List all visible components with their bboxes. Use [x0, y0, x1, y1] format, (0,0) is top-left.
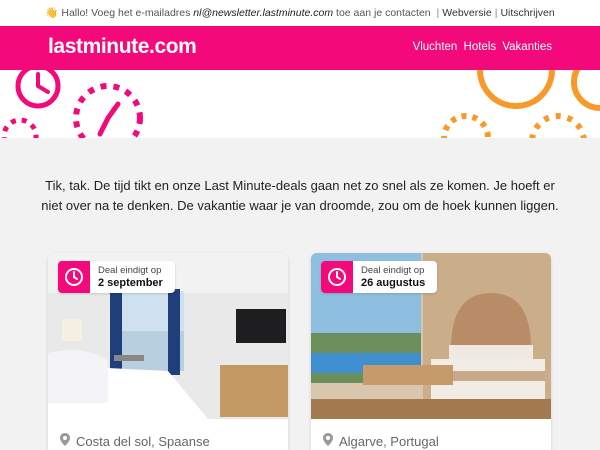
header-bar: lastminute.com Vluchten Hotels Vakanties: [0, 26, 600, 70]
location-name: Costa del sol, Spaanse: [76, 433, 210, 449]
preheader-hello: Hallo! Voeg het e-mailadres: [61, 7, 191, 19]
timer-icon: [321, 261, 353, 293]
location: Costa del sol, Spaanse: [60, 433, 210, 449]
deal-end-badge: Deal eindigt op 2 september: [58, 261, 175, 293]
deal-end-date: 2 september: [98, 277, 163, 289]
clock-illustration: [1, 70, 600, 138]
nav-hotels[interactable]: Hotels: [464, 41, 497, 53]
nav-flights[interactable]: Vluchten: [413, 41, 458, 53]
location-name: Algarve, Portugal: [339, 433, 439, 449]
brand-logo[interactable]: lastminute.com: [48, 35, 197, 59]
separator: |: [494, 7, 498, 19]
unsubscribe-link[interactable]: Uitschrijven: [500, 7, 554, 19]
deal-end-badge: Deal eindigt op 26 augustus: [321, 261, 438, 293]
preheader-email: nl@newsletter.lastminute.com: [193, 7, 334, 19]
main-nav: Vluchten Hotels Vakanties: [410, 41, 552, 53]
preheader-bar: 👋 Hallo! Voeg het e-mailadres nl@newslett…: [0, 0, 600, 26]
deal-card[interactable]: Deal eindigt op 26 augustus Algarve, Por…: [311, 253, 551, 450]
location-pin-icon: [60, 433, 70, 449]
separator: |: [436, 7, 440, 19]
location-pin-icon: [323, 433, 333, 449]
location: Algarve, Portugal: [323, 433, 439, 449]
intro-text: Tik, tak. De tijd tikt en onze Last Minu…: [41, 178, 559, 213]
deal-card[interactable]: Deal eindigt op 2 september Costa del so…: [48, 253, 288, 450]
waving-hand-icon: 👋: [45, 7, 59, 19]
timer-icon: [58, 261, 90, 293]
deal-end-date: 26 augustus: [361, 277, 426, 289]
clock-banner: [0, 70, 600, 138]
preheader-suffix: toe aan je contacten: [336, 7, 431, 19]
nav-holidays[interactable]: Vakanties: [502, 41, 552, 53]
deal-end-label: Deal eindigt op: [98, 265, 162, 276]
deal-end-label: Deal eindigt op: [361, 265, 425, 276]
webversion-link[interactable]: Webversie: [442, 7, 491, 19]
